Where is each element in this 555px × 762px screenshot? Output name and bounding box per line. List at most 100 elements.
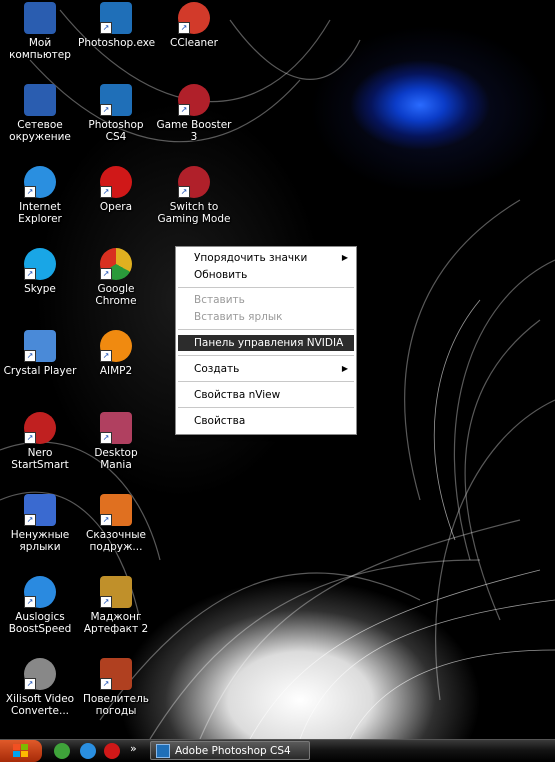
menu-item-label: Вставить ярлык	[194, 311, 283, 323]
shortcut-arrow-icon: ↗	[100, 514, 112, 526]
desktop-icon-aimp2[interactable]: ↗ AIMP2	[78, 330, 154, 377]
taskbar-button-label: Adobe Photoshop CS4	[175, 745, 291, 757]
desktop-icon-label: Ненужные ярлыки	[10, 529, 70, 553]
shortcut-arrow-icon: ↗	[24, 186, 36, 198]
desktop-icon-xilisoft[interactable]: ↗ Xilisoft Video Converte...	[2, 658, 78, 717]
menu-item-label: Панель управления NVIDIA	[194, 337, 344, 349]
menu-item-paste-shortcut[interactable]: Вставить ярлык	[178, 309, 354, 325]
desktop-icon-mahjong[interactable]: ↗ Маджонг Артефакт 2	[78, 576, 154, 635]
desktop-icon-internet-explorer[interactable]: ↗ Internet Explorer	[2, 166, 78, 225]
menu-item-new[interactable]: Создать ▶	[178, 361, 354, 377]
photoshop-icon	[156, 744, 170, 758]
menu-item-refresh[interactable]: Обновить	[178, 267, 354, 283]
desktop-icon-weather-lord[interactable]: ↗ Повелитель погоды	[78, 658, 154, 717]
opera-icon: ↗	[100, 166, 132, 198]
desktop-icon-opera[interactable]: ↗ Opera	[78, 166, 154, 213]
menu-item-label: Вставить	[194, 294, 245, 306]
desktop-icon-label: Сказочные подруж...	[86, 529, 146, 553]
desktop-icon-fairy-friends[interactable]: ↗ Сказочные подруж...	[78, 494, 154, 553]
shortcut-arrow-icon: ↗	[178, 104, 190, 116]
desktop-icon-photoshop-exe[interactable]: ↗ Photoshop.exe	[78, 2, 156, 49]
desktop-icon-label: Auslogics BoostSpeed	[8, 611, 72, 635]
menu-item-paste[interactable]: Вставить	[178, 292, 354, 308]
desktop-icon-game-booster[interactable]: ↗ Game Booster 3	[156, 84, 232, 143]
desktop-icon-nero[interactable]: ↗ Nero StartSmart	[2, 412, 78, 471]
menu-item-arrange-icons[interactable]: Упорядочить значки ▶	[178, 250, 354, 266]
menu-item-label: Создать	[194, 363, 240, 375]
desktop-icon-label: Internet Explorer	[18, 201, 62, 225]
menu-separator	[178, 287, 354, 288]
desktop-icon-label: Desktop Mania	[94, 447, 138, 471]
taskbar: » Adobe Photoshop CS4	[0, 739, 555, 762]
folder-icon: ↗	[24, 494, 56, 526]
desktop-icon-label: Маджонг Артефакт 2	[83, 611, 149, 635]
google-chrome-icon: ↗	[100, 248, 132, 280]
desktop-icon-my-computer[interactable]: Мой компьютер	[2, 2, 78, 61]
menu-item-label: Упорядочить значки	[194, 252, 308, 264]
photoshop-icon: ↗	[100, 84, 132, 116]
ie-icon[interactable]	[80, 743, 96, 759]
shortcut-arrow-icon: ↗	[100, 596, 112, 608]
desktop-icon-switch-gaming-mode[interactable]: ↗ Switch to Gaming Mode	[156, 166, 232, 225]
desktop-icon-label: AIMP2	[99, 365, 133, 377]
desktop-icon-ccleaner[interactable]: ↗ CCleaner	[156, 2, 232, 49]
start-button[interactable]	[0, 740, 42, 762]
submenu-arrow-icon: ▶	[341, 253, 348, 262]
shortcut-arrow-icon: ↗	[24, 268, 36, 280]
shortcut-arrow-icon: ↗	[24, 596, 36, 608]
desktop-icon-label: Google Chrome	[95, 283, 137, 307]
shortcut-arrow-icon: ↗	[100, 186, 112, 198]
desktop-icon-desktop-mania[interactable]: ↗ Desktop Mania	[78, 412, 154, 471]
menu-separator	[178, 355, 354, 356]
shortcut-arrow-icon: ↗	[100, 678, 112, 690]
desktop-icon-auslogics[interactable]: ↗ Auslogics BoostSpeed	[2, 576, 78, 635]
shortcut-arrow-icon: ↗	[178, 22, 190, 34]
menu-item-properties[interactable]: Свойства	[178, 413, 354, 429]
mahjong-icon: ↗	[100, 576, 132, 608]
desktop-icon-unneeded-shortcuts[interactable]: ↗ Ненужные ярлыки	[2, 494, 78, 553]
desktop-icon-label: Nero StartSmart	[11, 447, 69, 471]
menu-item-label: Свойства	[194, 415, 246, 427]
desktop-icon-label: Мой компьютер	[9, 37, 71, 61]
ccleaner-icon: ↗	[178, 2, 210, 34]
utorrent-icon[interactable]	[54, 743, 70, 759]
menu-item-nview-properties[interactable]: Свойства nView	[178, 387, 354, 403]
shortcut-arrow-icon: ↗	[24, 514, 36, 526]
nero-icon: ↗	[24, 412, 56, 444]
desktop-icon-photoshop-cs4[interactable]: ↗ Photoshop CS4	[78, 84, 154, 143]
shortcut-arrow-icon: ↗	[24, 350, 36, 362]
desktop-icon-label: Crystal Player	[3, 365, 77, 377]
desktop-icon-label: Xilisoft Video Converte...	[5, 693, 75, 717]
desktop-icon-network-places[interactable]: Сетевое окружение	[2, 84, 78, 143]
skype-icon: ↗	[24, 248, 56, 280]
desktop-icon-label: Game Booster 3	[156, 119, 232, 143]
desktop-icon-label: Switch to Gaming Mode	[157, 201, 231, 225]
taskbar-button-photoshop[interactable]: Adobe Photoshop CS4	[150, 741, 310, 760]
desktop-icon-label: CCleaner	[170, 37, 218, 49]
my-computer-icon	[24, 2, 56, 34]
desktop-context-menu: Упорядочить значки ▶ Обновить Вставить В…	[175, 246, 357, 435]
game-icon: ↗	[100, 494, 132, 526]
desktop-icon-crystal-player[interactable]: ↗ Crystal Player	[2, 330, 78, 377]
opera-icon[interactable]	[104, 743, 120, 759]
desktop-icon-google-chrome[interactable]: ↗ Google Chrome	[78, 248, 154, 307]
shortcut-arrow-icon: ↗	[100, 22, 112, 34]
desktop-icon-label: Skype	[24, 283, 56, 295]
shortcut-arrow-icon: ↗	[100, 104, 112, 116]
shortcut-arrow-icon: ↗	[178, 186, 190, 198]
quick-launch-chevron[interactable]: »	[130, 742, 137, 755]
aimp-icon: ↗	[100, 330, 132, 362]
game-booster-icon: ↗	[178, 166, 210, 198]
windows-logo-icon	[13, 744, 28, 757]
desktop-icon-label: Photoshop.exe	[78, 37, 156, 49]
desktop-icon-label: Повелитель погоды	[83, 693, 149, 717]
xilisoft-icon: ↗	[24, 658, 56, 690]
desktop-icon-label: Сетевое окружение	[9, 119, 71, 143]
desktop-icon-skype[interactable]: ↗ Skype	[2, 248, 78, 295]
photoshop-icon: ↗	[100, 2, 132, 34]
shortcut-arrow-icon: ↗	[24, 678, 36, 690]
menu-separator	[178, 407, 354, 408]
menu-item-nvidia-control-panel[interactable]: Панель управления NVIDIA	[178, 335, 354, 351]
desktop-icon-label: Opera	[99, 201, 133, 213]
desktop-icon-label: Photoshop CS4	[88, 119, 144, 143]
